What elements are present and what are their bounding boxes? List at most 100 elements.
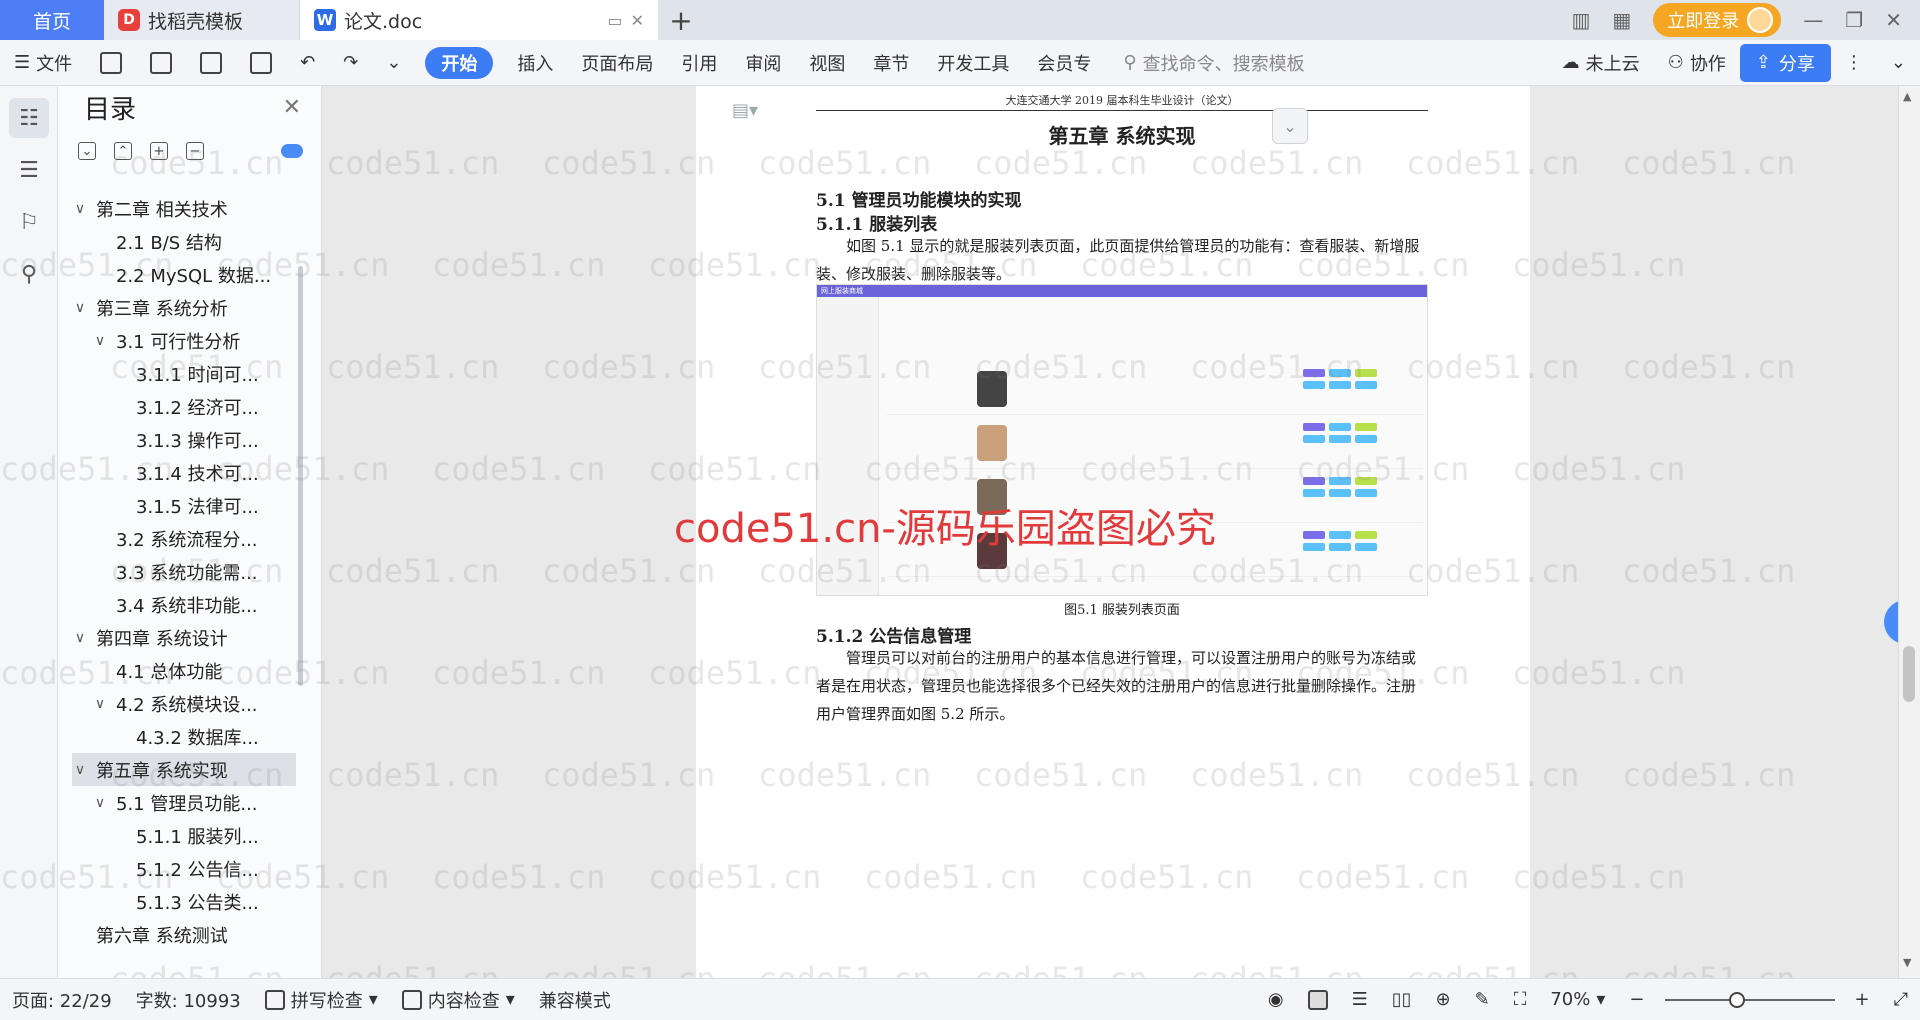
toc-item[interactable]: 5.1.3 公告类... — [72, 885, 296, 918]
tab-insert[interactable]: 插入 — [503, 50, 567, 76]
toc-item[interactable]: 3.4 系统非功能... — [72, 588, 296, 621]
tab-reference[interactable]: 引用 — [667, 50, 731, 76]
share-button[interactable]: ⇪ 分享 — [1739, 43, 1831, 82]
web-view-button[interactable]: ⊕ — [1424, 989, 1463, 1010]
page-view-button[interactable] — [1296, 989, 1340, 1010]
chapter-title: 第五章 系统实现 — [1048, 124, 1196, 148]
zoom-out-button[interactable]: − — [1617, 989, 1656, 1010]
undo-button[interactable]: ↶ — [286, 52, 329, 73]
print-button[interactable] — [186, 51, 236, 74]
toc-item[interactable]: ∨ 第四章 系统设计 — [72, 621, 296, 654]
tab-view[interactable]: 视图 — [795, 50, 859, 76]
toc-item[interactable]: 5.1.2 公告信... — [72, 852, 296, 885]
read-mode-button[interactable]: ▯▯ — [1380, 989, 1424, 1010]
close-tab-icon[interactable]: ✕ — [631, 11, 644, 30]
page-menu-icon[interactable]: ▤▾ — [732, 100, 758, 121]
comment-panel-button[interactable]: ⌄ — [1272, 108, 1308, 144]
smart-toc-icon[interactable] — [281, 144, 303, 158]
export-button[interactable] — [136, 51, 186, 74]
toc-item[interactable]: 3.2 系统流程分... — [72, 522, 296, 555]
scroll-thumb[interactable] — [1903, 646, 1915, 702]
fit-page-button[interactable]: ⛶ — [1502, 989, 1539, 1010]
restore-icon[interactable]: ❐ — [1845, 8, 1863, 32]
outline-view-button[interactable]: ☰ — [1340, 989, 1380, 1010]
toc-item[interactable]: 2.2 MySQL 数据... — [72, 258, 296, 291]
chevron-down-icon[interactable]: ∨ — [92, 333, 108, 349]
vertical-scrollbar[interactable]: ▲ ▼ — [1898, 86, 1920, 978]
toc-item[interactable]: 2.1 B/S 结构 — [72, 225, 296, 258]
write-mode-button[interactable]: ✎ — [1463, 989, 1502, 1010]
preview-button[interactable] — [236, 51, 286, 74]
collapse-all-icon[interactable]: ⌄ — [78, 142, 96, 160]
eye-protect-button[interactable]: ◉ — [1256, 989, 1296, 1010]
layout-toggle-icon[interactable]: ▥ — [1571, 8, 1590, 32]
chevron-down-icon[interactable]: ∨ — [72, 630, 88, 646]
toc-item[interactable]: 3.1.5 法律可... — [72, 489, 296, 522]
toc-item[interactable]: ∨ 第三章 系统分析 — [72, 291, 296, 324]
tab-review[interactable]: 审阅 — [731, 50, 795, 76]
toc-item[interactable]: ∨ 4.2 系统模块设... — [72, 687, 296, 720]
apps-grid-icon[interactable]: ▦ — [1612, 8, 1631, 32]
redo-button[interactable]: ↷ — [329, 52, 372, 73]
word-count[interactable]: 字数: 10993 — [124, 987, 253, 1013]
toc-item[interactable]: 3.1.1 时间可... — [72, 357, 296, 390]
toc-item[interactable]: 4.1 总体功能 — [72, 654, 296, 687]
zoom-slider[interactable] — [1664, 991, 1835, 1008]
minimize-icon[interactable]: — — [1803, 8, 1823, 32]
close-window-icon[interactable]: ✕ — [1885, 8, 1902, 32]
bookmark-button[interactable]: ⚐ — [9, 202, 49, 242]
chevron-down-icon[interactable]: ∨ — [72, 201, 88, 217]
fullscreen-button[interactable]: ⤢ — [1882, 989, 1920, 1010]
window-mode-icon[interactable]: ▭ — [607, 11, 622, 30]
toc-item[interactable]: 3.1.4 技术可... — [72, 456, 296, 489]
chevron-down-icon[interactable]: ∨ — [92, 795, 108, 811]
save-button[interactable] — [86, 51, 136, 74]
more-quick-button[interactable]: ⌄ — [372, 52, 415, 73]
toc-panel-button[interactable]: ☷ — [9, 98, 49, 138]
tab-home[interactable]: 首页 — [0, 0, 104, 40]
expand-all-icon[interactable]: ⌃ — [114, 142, 132, 160]
chevron-down-icon[interactable]: ∨ — [72, 300, 88, 316]
add-heading-icon[interactable]: + — [150, 142, 168, 160]
find-button[interactable]: ⚲ — [9, 254, 49, 294]
zoom-in-button[interactable]: + — [1843, 989, 1882, 1010]
collab-button[interactable]: ⚇ 协作 — [1654, 50, 1740, 76]
toc-item[interactable]: 第六章 系统测试 — [72, 918, 296, 951]
tab-chapter[interactable]: 章节 — [859, 50, 923, 76]
toc-item[interactable]: ∨ 第五章 系统实现 — [72, 753, 296, 786]
toc-item[interactable]: 5.1.1 服装列... — [72, 819, 296, 852]
close-icon[interactable]: ✕ — [283, 95, 301, 120]
collapse-ribbon-button[interactable]: ⌄ — [1877, 52, 1920, 73]
tab-start[interactable]: 开始 — [425, 46, 494, 79]
chevron-down-icon[interactable]: ∨ — [72, 762, 88, 778]
login-button[interactable]: 立即登录 — [1653, 3, 1782, 37]
spell-check-button[interactable]: 拼写检查 ▾ — [253, 987, 390, 1013]
remove-heading-icon[interactable]: − — [186, 142, 204, 160]
nav-panel-button[interactable]: ☰ — [9, 150, 49, 190]
toc-item[interactable]: 4.3.2 数据库... — [72, 720, 296, 753]
new-tab-button[interactable]: + — [658, 0, 704, 40]
more-options-button[interactable]: ⋮ — [1831, 52, 1877, 73]
file-menu[interactable]: ☰ 文件 — [0, 50, 86, 76]
toc-item[interactable]: 3.1.2 经济可... — [72, 390, 296, 423]
scroll-down-icon[interactable]: ▼ — [1903, 956, 1911, 969]
content-check-button[interactable]: 内容检查 ▾ — [390, 987, 527, 1013]
toc-scrollbar[interactable] — [298, 266, 303, 686]
toc-item[interactable]: ∨ 3.1 可行性分析 — [72, 324, 296, 357]
tab-template[interactable]: D 找稻壳模板 — [104, 0, 300, 40]
chevron-down-icon[interactable]: ∨ — [92, 696, 108, 712]
command-search[interactable]: ⚲ 查找命令、搜索模板 — [1105, 50, 1322, 76]
zoom-slider-knob[interactable] — [1728, 991, 1745, 1008]
toc-item[interactable]: 3.1.3 操作可... — [72, 423, 296, 456]
scroll-up-icon[interactable]: ▲ — [1903, 90, 1911, 103]
zoom-select[interactable]: 70% ▾ — [1538, 989, 1617, 1010]
tab-devtools[interactable]: 开发工具 — [923, 50, 1023, 76]
tab-member[interactable]: 会员专 — [1023, 50, 1105, 76]
tab-layout[interactable]: 页面布局 — [567, 50, 667, 76]
toc-item[interactable]: ∨ 第二章 相关技术 — [72, 192, 296, 225]
toc-item[interactable]: ∨ 5.1 管理员功能... — [72, 786, 296, 819]
page-count[interactable]: 页面: 22/29 — [0, 987, 124, 1013]
cloud-status[interactable]: ☁ 未上云 — [1548, 50, 1654, 76]
toc-item[interactable]: 3.3 系统功能需... — [72, 555, 296, 588]
tab-document[interactable]: W 论文.doc ▭ ✕ — [300, 0, 658, 40]
